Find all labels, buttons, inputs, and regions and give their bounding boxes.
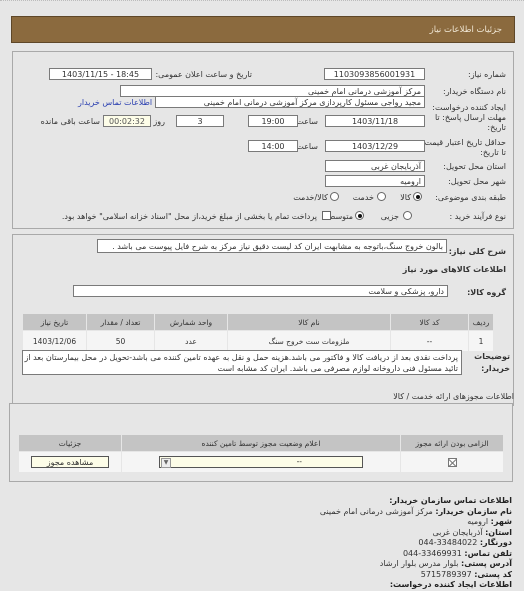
category-label-service: خدمت: [352, 193, 374, 202]
contact-fax: 044-33484022: [418, 538, 478, 547]
process-radio-minor[interactable]: [403, 211, 412, 220]
deadline-time-field: 19:00: [248, 115, 298, 127]
cell-name: ملزومات ست خروج سنگ: [227, 330, 391, 352]
page-header: جزئیات اطلاعات نیاز: [11, 16, 515, 43]
goods-section-title: اطلاعات کالاهای مورد نیاز: [402, 265, 506, 274]
creator-field: مجید رواجی مسئول کارپردازی مرکز آموزشی د…: [155, 96, 425, 108]
goods-table: ردیف کد کالا نام کالا واحد شمارش تعداد /…: [22, 313, 494, 352]
col-code: کد کالا: [390, 313, 469, 331]
days-field: 3: [176, 115, 224, 127]
contact-postal: 5715789397: [420, 569, 472, 579]
page-title: جزئیات اطلاعات نیاز: [429, 25, 502, 35]
category-label-goods-service: کالا/خدمت: [293, 193, 328, 202]
validity-time-label: ساعت: [296, 142, 318, 151]
view-permit-button[interactable]: مشاهده مجوز: [31, 456, 109, 468]
required-checkbox[interactable]: [447, 457, 457, 467]
remaining-time-field: 00:02:32: [103, 115, 151, 127]
validity-time-field: 14:00: [248, 140, 298, 152]
contact-city: ارومیه: [467, 517, 489, 526]
category-label-goods: کالا: [400, 193, 411, 202]
city-field: ارومیه: [325, 175, 425, 187]
col-name: نام کالا: [227, 313, 391, 331]
summary-label: شرح کلی نیاز:: [448, 247, 506, 256]
buyer-notes-field: پرداخت نقدی بعد از دریافت کالا و فاکتور …: [22, 350, 462, 375]
contact-org: مرکز آموزشی درمانی امام خمینی: [319, 506, 433, 516]
province-field: آذربایجان غربی: [325, 160, 425, 172]
cell-date: 1403/12/06: [22, 330, 87, 352]
category-label: طبقه بندی موضوعی:: [435, 193, 506, 202]
contact-phone: 044-33469931: [402, 548, 462, 558]
col-unit: واحد شمارش: [154, 313, 228, 331]
permits-table-header: الزامی بودن ارائه مجوز اعلام وضعیت مجوز …: [18, 434, 504, 452]
announce-field: 1403/11/15 - 18:45: [49, 68, 152, 80]
col-details: جزئیات: [18, 434, 122, 452]
col-date: تاریخ نیاز: [22, 313, 87, 331]
col-status: اعلام وضعیت مجوز توسط تامین کننده: [121, 434, 401, 452]
process-label-medium: متوسط: [327, 212, 353, 221]
col-qty: تعداد / مقدار: [86, 313, 155, 331]
creator-info-title: اطلاعات ایجاد کننده درخواست:: [389, 580, 512, 589]
buyer-contact-link[interactable]: اطلاعات تماس خریدار: [78, 98, 152, 107]
permit-status-select[interactable]: ▼ --: [159, 456, 363, 468]
permits-title: اطلاعات مجوزهای ارائه خدمت / کالا: [393, 392, 514, 401]
cell-code: --: [390, 330, 469, 352]
goods-group-field: دارو، پزشکی و سلامت: [73, 285, 448, 297]
deadline-date-field: 1403/11/18: [325, 115, 425, 127]
remaining-label: ساعت باقی مانده: [40, 117, 100, 126]
announce-label: تاریخ و ساعت اعلان عمومی:: [155, 70, 252, 79]
col-required: الزامی بودن ارائه مجوز: [400, 434, 504, 452]
contact-title: اطلاعات تماس سازمان خریدار:: [389, 496, 512, 505]
treasury-text: پرداخت تمام یا بخشی از مبلغ خرید،از محل …: [61, 212, 317, 221]
process-label-minor: جزیی: [380, 212, 399, 221]
goods-table-header: ردیف کد کالا نام کالا واحد شمارش تعداد /…: [22, 313, 494, 331]
deadline-time-label: ساعت: [296, 117, 318, 126]
category-radio-goods[interactable]: [413, 192, 422, 201]
deadline-label: مهلت ارسال پاسخ: تا تاریخ:: [434, 113, 506, 132]
category-radio-goods-service[interactable]: [330, 192, 339, 201]
process-label: نوع فرآیند خرید :: [449, 212, 506, 221]
creator-label: ایجاد کننده درخواست:: [432, 103, 506, 112]
table-row: ▼ -- مشاهده مجوز: [18, 451, 504, 473]
chevron-down-icon[interactable]: ▼: [161, 458, 171, 468]
province-label: استان محل تحویل:: [443, 162, 506, 171]
table-row: 1 -- ملزومات ست خروج سنگ عدد 50 1403/12/…: [22, 330, 494, 352]
contact-address: بلوار مدرس بلوار ارشاد: [379, 559, 459, 568]
buyer-notes-label: توضیحات خریدار:: [474, 352, 510, 373]
need-number-label: شماره نیاز:: [468, 70, 506, 79]
cell-unit: عدد: [154, 330, 228, 352]
permits-table: الزامی بودن ارائه مجوز اعلام وضعیت مجوز …: [18, 434, 504, 473]
buyer-org-label: نام دستگاه خریدار:: [443, 87, 506, 96]
permit-status-value: --: [296, 457, 302, 466]
need-number-field: 1103093856001931: [324, 68, 425, 80]
col-row: ردیف: [468, 313, 494, 331]
validity-label: حداقل تاریخ اعتبار قیمت: تا تاریخ:: [421, 138, 506, 157]
process-radio-medium[interactable]: [355, 211, 364, 220]
goods-group-label: گروه کالا:: [467, 288, 506, 297]
contact-block: اطلاعات تماس سازمان خریدار: نام سازمان خ…: [319, 496, 512, 589]
summary-field: بالون خروج سنگ،باتوجه به مشابهت ایران کد…: [97, 239, 447, 253]
treasury-checkbox[interactable]: [322, 211, 331, 220]
cell-row: 1: [468, 330, 494, 352]
validity-date-field: 1403/12/29: [325, 140, 425, 152]
contact-province: آذربایجان غربی: [432, 527, 483, 537]
cell-qty: 50: [86, 330, 155, 352]
city-label: شهر محل تحویل:: [448, 177, 506, 186]
category-radio-service[interactable]: [377, 192, 386, 201]
